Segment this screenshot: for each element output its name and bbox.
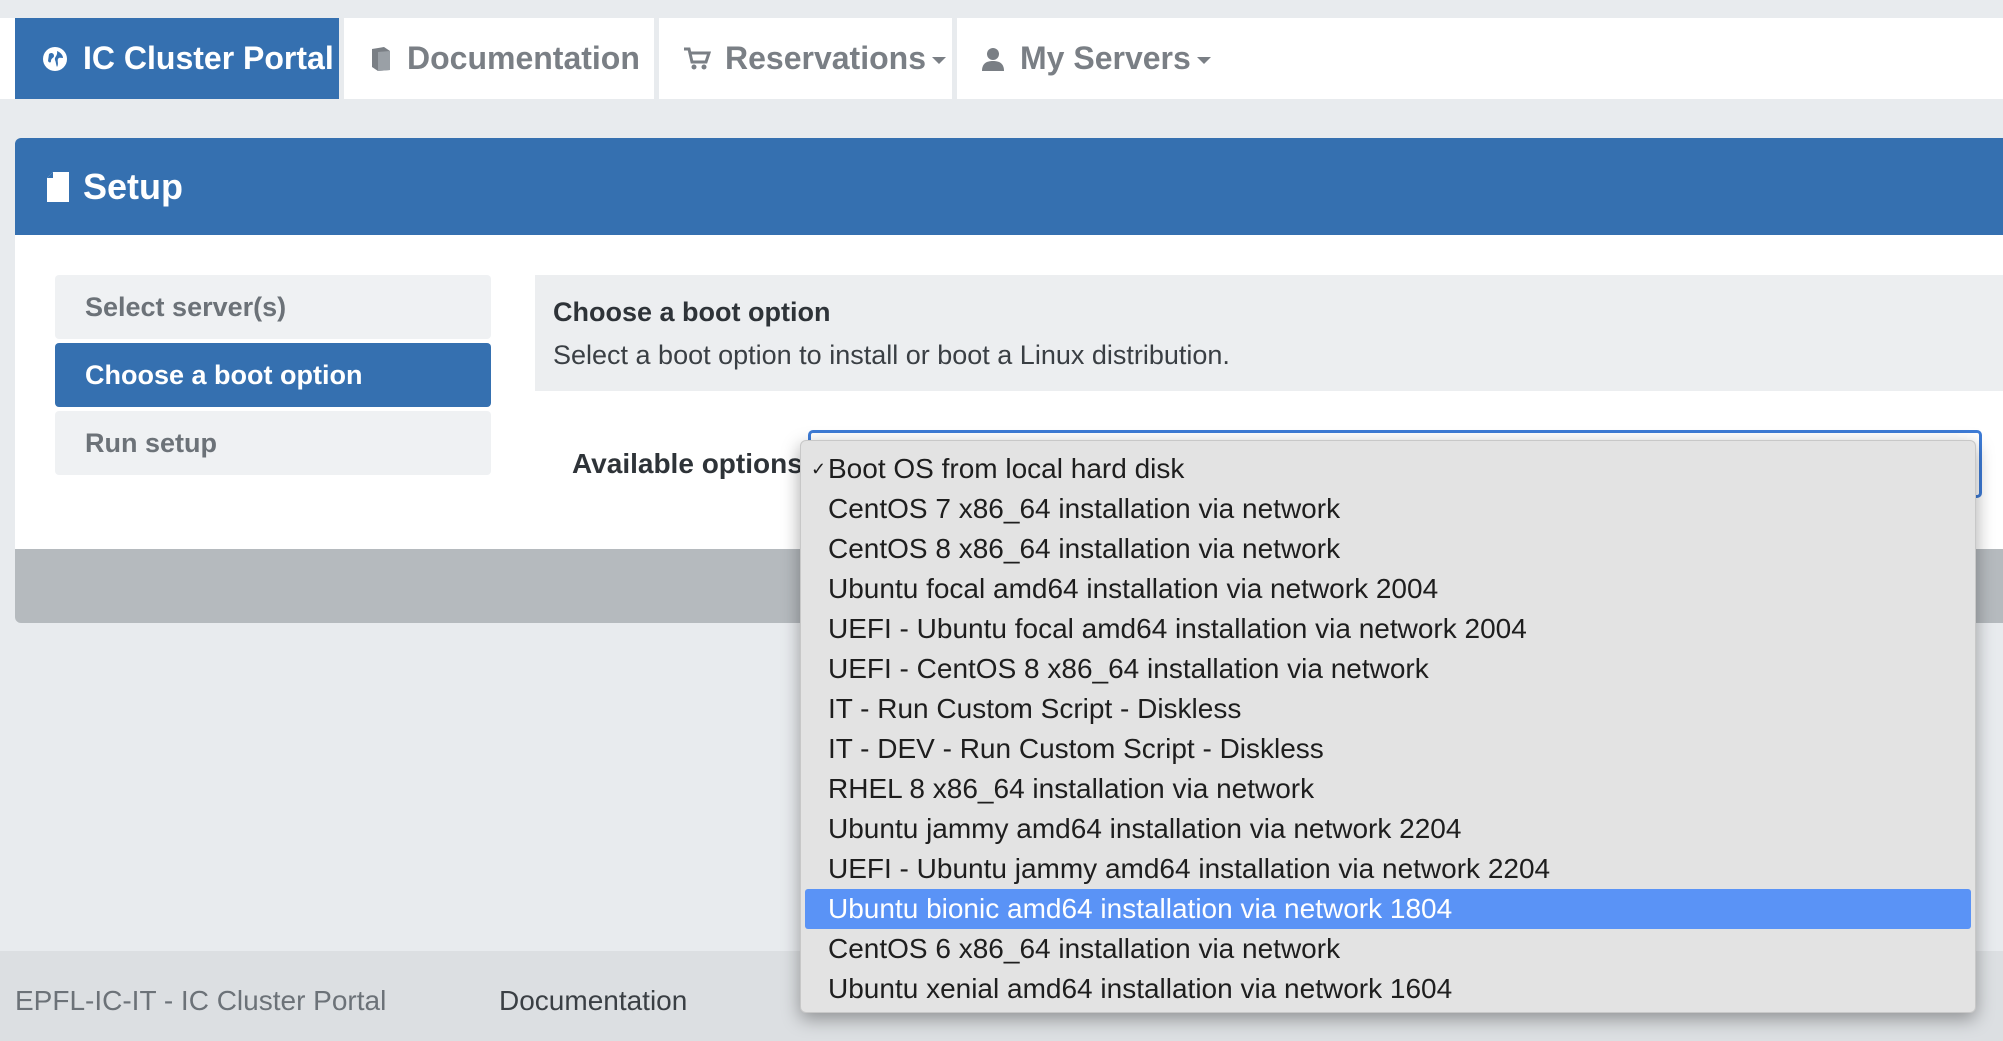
dropdown-option[interactable]: ✓ Boot OS from local hard disk bbox=[805, 449, 1971, 489]
nav-documentation[interactable]: Documentation bbox=[369, 18, 640, 99]
dropdown-option[interactable]: UEFI - Ubuntu focal amd64 installation v… bbox=[805, 609, 1971, 649]
dropdown-option[interactable]: Ubuntu xenial amd64 installation via net… bbox=[805, 969, 1971, 1009]
panel-title: Setup bbox=[83, 165, 184, 207]
nav-reservations-label: Reservations bbox=[725, 40, 926, 76]
dropdown-option-label: Ubuntu jammy amd64 installation via netw… bbox=[828, 813, 1462, 844]
boot-option-dropdown[interactable]: ✓ Boot OS from local hard disk CentOS 7 x8… bbox=[800, 440, 1976, 1013]
nav-my-servers[interactable]: My Servers bbox=[980, 18, 1211, 99]
dropdown-option[interactable]: UEFI - CentOS 8 x86_64 installation via … bbox=[805, 649, 1971, 689]
cart-icon bbox=[683, 46, 711, 72]
dropdown-option-label: UEFI - CentOS 8 x86_64 installation via … bbox=[828, 653, 1429, 684]
footer-documentation-link[interactable]: Documentation bbox=[499, 985, 687, 1017]
available-options-label: Available options bbox=[572, 448, 803, 479]
dropdown-option[interactable]: IT - DEV - Run Custom Script - Diskless bbox=[805, 729, 1971, 769]
dropdown-option-label: CentOS 7 x86_64 installation via network bbox=[828, 493, 1341, 524]
dropdown-option-label: Ubuntu xenial amd64 installation via net… bbox=[828, 973, 1453, 1004]
dropdown-option-label: CentOS 8 x86_64 installation via network bbox=[828, 533, 1341, 564]
dropdown-option[interactable]: RHEL 8 x86_64 installation via network bbox=[805, 769, 1971, 809]
info-description: Select a boot option to install or boot … bbox=[553, 340, 1230, 370]
nav-brand[interactable]: IC Cluster Portal bbox=[15, 18, 339, 99]
step-label: Select server(s) bbox=[85, 291, 287, 322]
dropdown-option-label: Ubuntu focal amd64 installation via netw… bbox=[828, 573, 1439, 604]
nav-reservations[interactable]: Reservations bbox=[683, 18, 946, 99]
nav-brand-label: IC Cluster Portal bbox=[83, 40, 334, 76]
info-title: Choose a boot option bbox=[553, 297, 831, 327]
nav-my-servers-label: My Servers bbox=[1020, 40, 1191, 76]
step-label: Run setup bbox=[85, 427, 217, 458]
checkmark-icon: ✓ bbox=[811, 459, 827, 479]
dropdown-option[interactable]: Ubuntu jammy amd64 installation via netw… bbox=[805, 809, 1971, 849]
footer-copyright: EPFL-IC-IT - IC Cluster Portal bbox=[15, 985, 387, 1016]
dropdown-option[interactable]: Ubuntu focal amd64 installation via netw… bbox=[805, 569, 1971, 609]
step-select-servers[interactable]: Select server(s) bbox=[55, 275, 491, 339]
dropdown-option-label: IT - DEV - Run Custom Script - Diskless bbox=[828, 733, 1324, 764]
dropdown-option[interactable]: CentOS 8 x86_64 installation via network bbox=[805, 529, 1971, 569]
dropdown-option-label: CentOS 6 x86_64 installation via network bbox=[828, 933, 1341, 964]
chevron-down-icon bbox=[1196, 57, 1211, 64]
dropdown-option-label: Ubuntu bionic amd64 installation via net… bbox=[828, 893, 1453, 924]
dropdown-option-label: Boot OS from local hard disk bbox=[828, 453, 1185, 484]
user-icon bbox=[980, 46, 1006, 72]
info-box: Choose a boot option Select a boot optio… bbox=[535, 275, 2003, 391]
dropdown-option[interactable]: CentOS 6 x86_64 installation via network bbox=[805, 929, 1971, 969]
dropdown-option[interactable]: UEFI - Ubuntu jammy amd64 installation v… bbox=[805, 849, 1971, 889]
nav-divider bbox=[952, 18, 957, 99]
dropdown-option[interactable]: CentOS 7 x86_64 installation via network bbox=[805, 489, 1971, 529]
step-choose-boot-option[interactable]: Choose a boot option bbox=[55, 343, 491, 407]
chevron-down-icon bbox=[931, 57, 946, 64]
dropdown-option-label: UEFI - Ubuntu jammy amd64 installation v… bbox=[828, 853, 1551, 884]
nav-documentation-label: Documentation bbox=[407, 40, 640, 76]
dropdown-option[interactable]: IT - Run Custom Script - Diskless bbox=[805, 689, 1971, 729]
nav-divider bbox=[654, 18, 659, 99]
dropdown-option-label: RHEL 8 x86_64 installation via network bbox=[828, 773, 1315, 804]
panel-header: Setup bbox=[15, 138, 2003, 235]
step-label: Choose a boot option bbox=[85, 359, 363, 390]
globe-icon bbox=[41, 45, 69, 73]
dropdown-option[interactable]: Ubuntu bionic amd64 installation via net… bbox=[805, 889, 1971, 929]
step-run-setup[interactable]: Run setup bbox=[55, 411, 491, 475]
dropdown-option-label: IT - Run Custom Script - Diskless bbox=[828, 693, 1242, 724]
dropdown-option-label: UEFI - Ubuntu focal amd64 installation v… bbox=[828, 613, 1527, 644]
book-icon bbox=[369, 46, 393, 72]
nav-divider bbox=[339, 18, 344, 99]
file-icon bbox=[47, 171, 69, 202]
